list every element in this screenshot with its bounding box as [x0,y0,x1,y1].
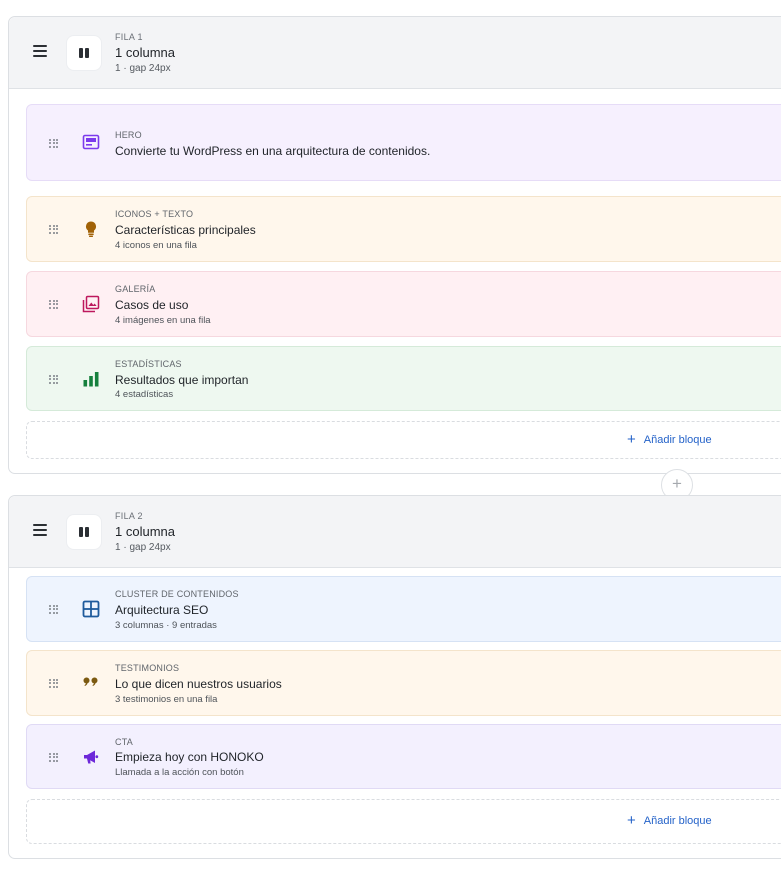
row-title: 1 columna [115,45,175,60]
block-title: Lo que dicen nuestros usuarios [115,677,282,691]
row-subtitle: 1 · gap 24px [115,542,171,553]
plus-icon: + [627,812,636,829]
bar-chart-icon [83,372,99,387]
block-title: Empieza hoy con HONOKO [115,750,264,764]
row-subtitle: 1 · gap 24px [115,63,171,74]
megaphone-icon [84,750,99,764]
block-title: Resultados que importan [115,373,249,387]
row-header: FILA 1 1 columna 1 · gap 24px [9,17,781,89]
block-type-label: CTA [115,737,133,747]
add-block-button[interactable]: + Añadir bloque [26,799,781,844]
grid-icon [82,600,100,618]
column-layout-button[interactable] [67,515,101,549]
menu-icon[interactable] [33,45,47,57]
block-content-cluster[interactable]: CLUSTER DE CONTENIDOS Arquitectura SEO 3… [26,576,781,642]
drag-handle-icon[interactable] [49,753,58,762]
block-icons-text[interactable]: ICONOS + TEXTO Características principal… [26,196,781,262]
block-cta[interactable]: CTA Empieza hoy con HONOKO Llamada a la … [26,724,781,789]
block-title: Casos de uso [115,298,189,312]
block-type-label: ESTADÍSTICAS [115,359,182,369]
drag-handle-icon[interactable] [49,375,58,384]
block-title: Arquitectura SEO [115,603,209,617]
row-card: FILA 2 1 columna 1 · gap 24px CLUSTER DE… [8,495,781,859]
block-statistics[interactable]: ESTADÍSTICAS Resultados que importan 4 e… [26,346,781,411]
menu-icon[interactable] [33,524,47,536]
block-hero[interactable]: HERO Convierte tu WordPress en una arqui… [26,104,781,181]
plus-icon: + [627,431,636,448]
add-block-button[interactable]: + Añadir bloque [26,421,781,459]
block-subtitle: Llamada a la acción con botón [115,767,244,778]
block-subtitle: 4 iconos en una fila [115,240,197,251]
row-title: 1 columna [115,524,175,539]
block-testimonials[interactable]: TESTIMONIOS Lo que dicen nuestros usuari… [26,650,781,716]
drag-handle-icon[interactable] [49,139,58,148]
block-title: Convierte tu WordPress en una arquitectu… [115,144,431,158]
block-subtitle: 4 imágenes en una fila [115,315,211,326]
block-type-label: GALERÍA [115,284,156,294]
row-overline: FILA 2 [115,511,143,521]
block-subtitle: 3 columnas · 9 entradas [115,620,217,631]
column-layout-button[interactable] [67,36,101,70]
block-title: Características principales [115,223,256,237]
hero-image-icon [82,134,100,150]
row-header: FILA 2 1 columna 1 · gap 24px [9,496,781,568]
block-type-label: HERO [115,130,142,140]
row-card: FILA 1 1 columna 1 · gap 24px HERO Convi… [8,16,781,474]
block-type-label: TESTIMONIOS [115,663,180,673]
drag-handle-icon[interactable] [49,605,58,614]
block-subtitle: 4 estadísticas [115,389,174,400]
block-type-label: CLUSTER DE CONTENIDOS [115,589,239,599]
gallery-icon [82,295,100,313]
block-subtitle: 3 testimonios en una fila [115,694,218,705]
drag-handle-icon[interactable] [49,679,58,688]
lightbulb-icon [86,221,96,237]
drag-handle-icon[interactable] [49,300,58,309]
add-block-label: Añadir bloque [643,433,712,446]
row-overline: FILA 1 [115,32,143,42]
block-type-label: ICONOS + TEXTO [115,209,194,219]
quote-icon [83,677,98,686]
drag-handle-icon[interactable] [49,225,58,234]
add-block-label: Añadir bloque [643,814,712,827]
block-gallery[interactable]: GALERÍA Casos de uso 4 imágenes en una f… [26,271,781,337]
